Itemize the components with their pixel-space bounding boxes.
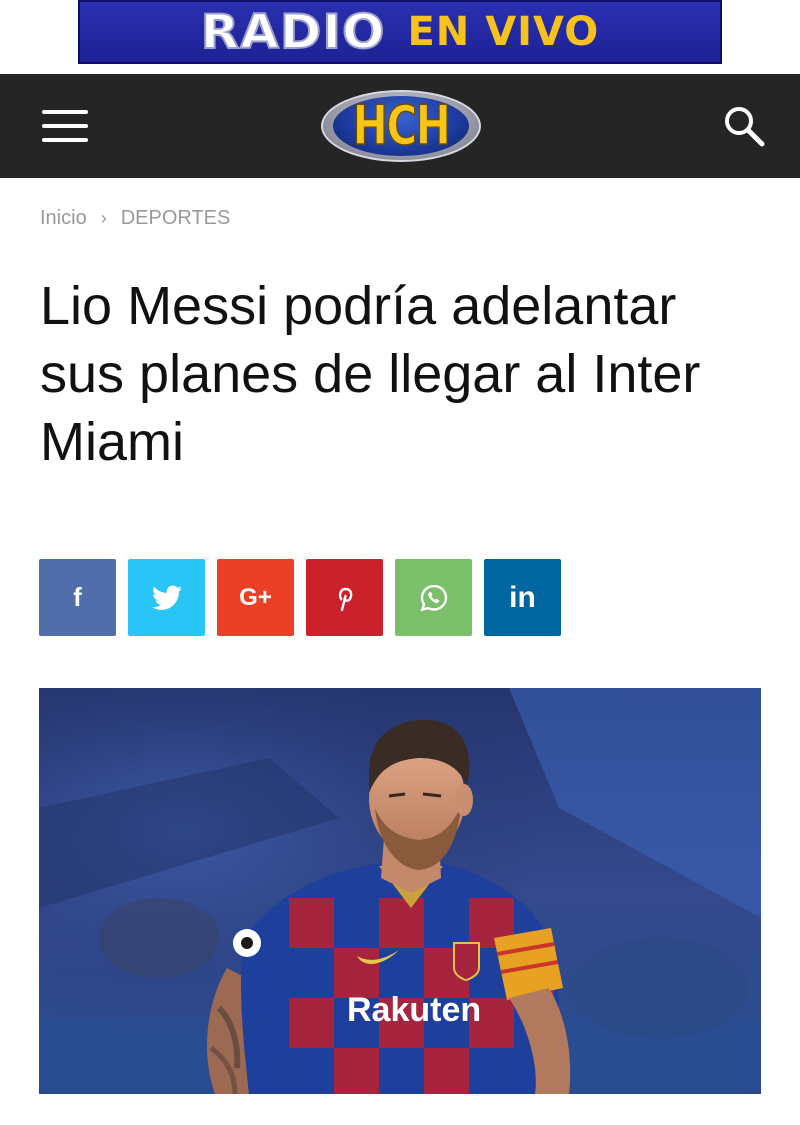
share-facebook-button[interactable]: f (39, 559, 116, 636)
whatsapp-icon (420, 584, 447, 611)
facebook-icon: f (73, 582, 82, 612)
hch-logo[interactable]: HCH (321, 84, 481, 168)
share-whatsapp-button[interactable] (395, 559, 472, 636)
breadcrumb-separator: › (100, 207, 107, 228)
share-google-plus-button[interactable]: G+ (217, 559, 294, 636)
breadcrumb: Inicio › DEPORTES (40, 205, 230, 231)
breadcrumb-category-link[interactable]: DEPORTES (121, 207, 231, 230)
hamburger-menu-icon[interactable] (42, 108, 88, 144)
share-linkedin-button[interactable]: in (484, 559, 561, 636)
article-title: Lio Messi podría adelantar sus planes de… (40, 276, 701, 472)
breadcrumb-home-link[interactable]: Inicio (40, 207, 87, 230)
share-twitter-button[interactable] (128, 559, 205, 636)
article-photo: Rakuten (39, 688, 761, 1094)
share-pinterest-button[interactable] (306, 559, 383, 636)
en-vivo-text: EN VIVO (407, 9, 600, 55)
twitter-icon (151, 585, 182, 610)
share-buttons: f G+ in (39, 559, 561, 636)
radio-text: RADIO (200, 4, 386, 60)
jersey-sponsor-text: Rakuten (347, 991, 481, 1029)
pinterest-icon (338, 587, 352, 611)
search-icon[interactable] (722, 104, 766, 148)
google-plus-icon: G+ (239, 583, 272, 611)
logo-text: HCH (352, 93, 451, 158)
linkedin-icon: in (509, 580, 536, 614)
article-image[interactable]: Rakuten (39, 688, 761, 1094)
site-header: HCH (0, 74, 800, 178)
radio-en-vivo-banner[interactable]: RADIO EN VIVO (78, 0, 722, 64)
